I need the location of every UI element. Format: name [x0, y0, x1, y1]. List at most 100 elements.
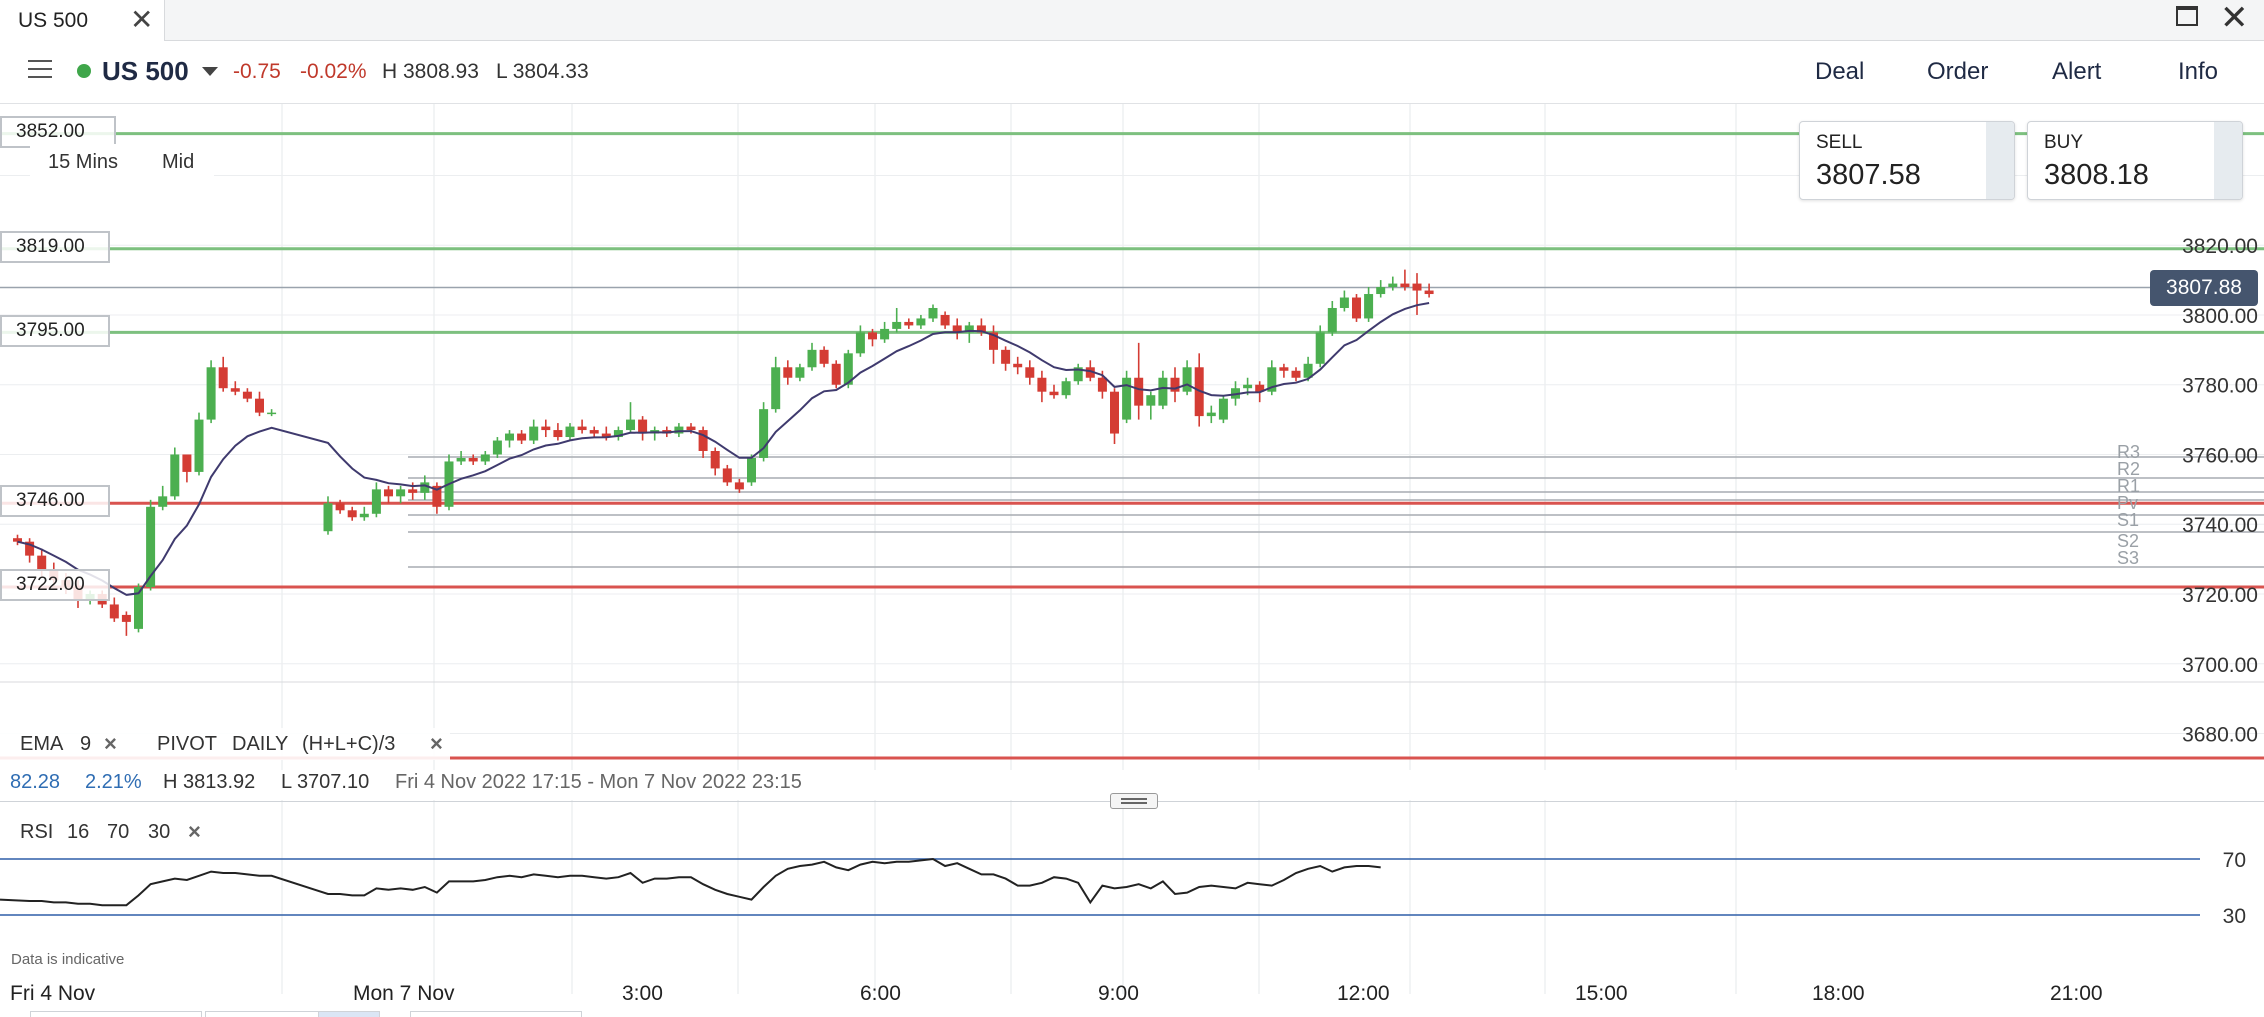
candle [783, 360, 793, 385]
candle-body [218, 367, 228, 389]
maximize-icon[interactable] [2176, 6, 2198, 26]
panel-resize-handle[interactable] [1110, 793, 1158, 809]
candle-body [37, 555, 47, 570]
candle [1388, 276, 1398, 291]
candle-body [1315, 332, 1325, 364]
candlestick-series [13, 269, 1434, 636]
price-chart[interactable]: R3R2R1PvS1S2S3 3820.00 3800.00 3780.00 3760… [0, 104, 2264, 1016]
pivot-formula[interactable]: (H+L+C)/3 [302, 733, 395, 756]
candle [109, 597, 119, 622]
remove-pivot-icon[interactable]: × [430, 731, 443, 757]
candle-body [686, 426, 696, 431]
candle-body [158, 496, 168, 507]
candle-body [1061, 381, 1071, 396]
candle [855, 325, 865, 357]
candle [626, 402, 635, 434]
candle [517, 430, 527, 445]
rsi-name: RSI [20, 821, 54, 843]
candle [1073, 363, 1083, 385]
buy-button[interactable]: BUY 3808.18 [2027, 121, 2243, 200]
rsi-line [0, 857, 1381, 907]
level-tag-3746[interactable]: 3746.00 [0, 485, 110, 517]
candle-body [710, 450, 720, 469]
candle-body [1376, 287, 1386, 295]
candle [384, 485, 393, 504]
close-window-icon[interactable]: ✕ [2220, 0, 2249, 38]
alert-button[interactable]: Alert [2052, 58, 2101, 86]
info-button[interactable]: Info [2178, 58, 2218, 86]
candle-body [638, 419, 648, 434]
remove-rsi-icon[interactable]: × [188, 819, 201, 845]
pivot-label-S1: S1 [2117, 510, 2139, 530]
rsi-upper[interactable]: 70 [107, 821, 129, 844]
candle-body [553, 430, 563, 438]
candle [698, 426, 708, 458]
candle-body [420, 482, 430, 493]
hamburger-menu-icon[interactable] [28, 60, 52, 80]
candle-body [1388, 283, 1398, 288]
time-axis-label: 9:00 [1098, 982, 1139, 1005]
candle [13, 534, 22, 546]
tab-us500[interactable]: US 500 ✕ [0, 0, 165, 41]
candle [577, 419, 587, 434]
candle [505, 430, 514, 448]
interval-selector[interactable]: 15 Mins [48, 151, 118, 174]
candle [1376, 280, 1386, 298]
candle-body [371, 489, 381, 514]
chevron-down-icon[interactable] [202, 67, 218, 76]
candle [242, 388, 252, 403]
sell-button[interactable]: SELL 3807.58 [1799, 121, 2015, 200]
candle [916, 314, 926, 329]
level-tag-3722[interactable]: 3722.00 [0, 569, 110, 601]
candle [1049, 384, 1059, 399]
day-low: L 3804.33 [496, 60, 589, 83]
candle-body [541, 426, 551, 431]
price-axis-label: 3760.00 [2182, 444, 2258, 467]
candle [1110, 388, 1119, 445]
candle-body [255, 398, 264, 413]
candle-body [323, 503, 333, 532]
rsi-lower[interactable]: 30 [148, 821, 170, 844]
candle [230, 381, 240, 396]
candle [674, 423, 684, 438]
rsi-axis-label: 70 [2223, 849, 2246, 872]
ema-period[interactable]: 9 [80, 733, 91, 756]
candle-body [505, 433, 514, 441]
candle-body [819, 349, 829, 364]
instrument-name[interactable]: US 500 [102, 56, 189, 87]
candle [1122, 370, 1132, 424]
candle-body [1013, 363, 1023, 368]
candle-body [13, 538, 22, 542]
time-axis-label: 18:00 [1812, 982, 1865, 1005]
candle-body [1291, 370, 1301, 378]
candle-body [1097, 377, 1107, 392]
candle-body [1279, 367, 1289, 371]
time-axis-label: 6:00 [860, 982, 901, 1005]
buy-label: BUY [2044, 132, 2084, 153]
candle-body [916, 318, 926, 326]
candle [1001, 346, 1011, 371]
candle-body [1218, 398, 1228, 420]
order-button[interactable]: Order [1927, 58, 1988, 86]
candle [553, 423, 563, 441]
level-tag-3819[interactable]: 3819.00 [0, 231, 110, 263]
candle [650, 426, 660, 441]
candle [771, 356, 781, 413]
time-axis-label: 12:00 [1337, 982, 1390, 1005]
candle-body [468, 457, 478, 462]
time-axis-label: 21:00 [2050, 982, 2103, 1005]
candle-body [1352, 297, 1361, 319]
candle [1206, 405, 1216, 424]
remove-ema-icon[interactable]: × [104, 731, 117, 757]
price-type-selector[interactable]: Mid [162, 151, 194, 174]
rsi-period[interactable]: 16 [67, 821, 89, 844]
candle [1352, 294, 1361, 322]
level-tag-3795[interactable]: 3795.00 [0, 315, 110, 347]
candle-body [1400, 283, 1410, 288]
deal-button[interactable]: Deal [1815, 58, 1864, 86]
candle [194, 412, 204, 476]
candle [1327, 301, 1337, 336]
candle [904, 318, 914, 329]
pivot-period[interactable]: DAILY [232, 733, 288, 756]
close-tab-icon[interactable]: ✕ [130, 3, 153, 36]
